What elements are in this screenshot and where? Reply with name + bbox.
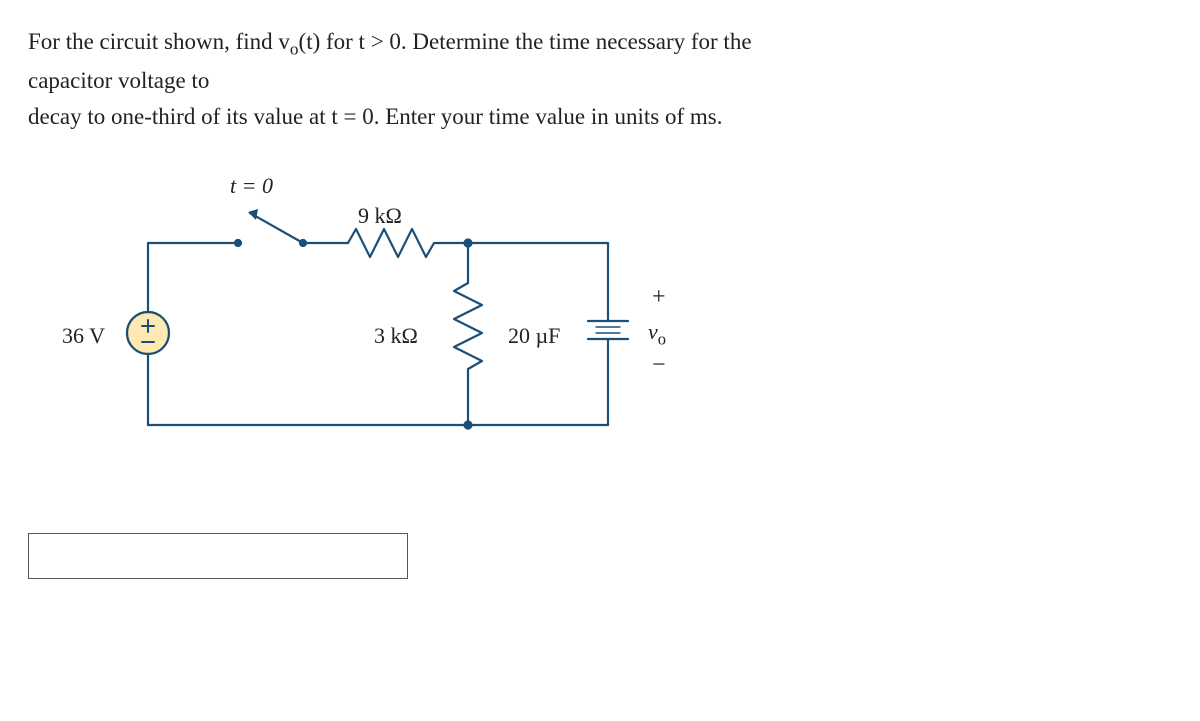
answer-input[interactable] <box>29 534 407 578</box>
vo-plus-label: + <box>652 279 666 316</box>
problem-line1-pre: For the circuit shown, find v <box>28 29 290 54</box>
problem-line3: decay to one-third of its value at t = 0… <box>28 104 723 129</box>
problem-line1-post: (t) for t > 0. Determine the time necess… <box>299 29 752 54</box>
switch-time-label: t = 0 <box>230 169 273 203</box>
circuit-diagram: t = 0 9 kΩ 3 kΩ 20 µF 36 V + vo − <box>48 163 728 463</box>
resistor-9k-label: 9 kΩ <box>358 199 402 233</box>
resistor-3k-label: 3 kΩ <box>374 319 418 353</box>
vo-symbol-v: v <box>648 319 658 344</box>
problem-statement: For the circuit shown, find vo(t) for t … <box>28 24 1172 135</box>
problem-line2: capacitor voltage to <box>28 68 209 93</box>
capacitor-label: 20 µF <box>508 319 560 353</box>
answer-box <box>28 533 408 579</box>
problem-line1-sub: o <box>290 40 299 59</box>
vo-minus-label: − <box>652 347 666 384</box>
source-voltage-label: 36 V <box>62 319 105 353</box>
vo-symbol-o: o <box>658 329 666 348</box>
